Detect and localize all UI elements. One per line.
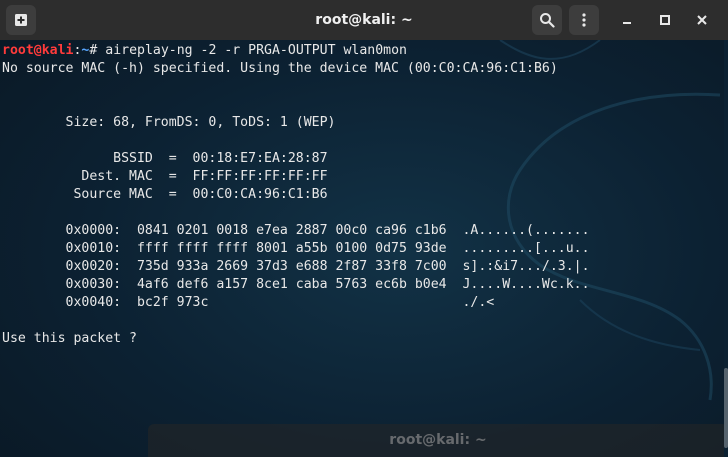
maximize-icon [660,15,670,25]
maximize-button[interactable] [650,5,680,35]
hexdump-line: 0x0040: bc2f 973c ./.< [2,295,495,310]
hexdump-line: 0x0010: ffff ffff ffff 8001 a55b 0100 0d… [2,241,590,256]
command-line: root@kali:~# aireplay-ng -2 -r PRGA-OUTP… [2,42,724,60]
output-line: No source MAC (-h) specified. Using the … [2,61,558,76]
scrollbar-thumb[interactable] [724,368,728,448]
hexdump-line: 0x0020: 735d 933a 2669 37d3 e688 2f87 33… [2,259,590,274]
search-icon [540,13,555,28]
terminal-output[interactable]: root@kali:~# aireplay-ng -2 -r PRGA-OUTP… [2,42,724,457]
command-text: aireplay-ng -2 -r PRGA-OUTPUT wlan0mon [105,43,407,58]
terminal-window: root@kali: ~ root@kali: ~ root@kali:~# a… [0,0,728,457]
new-tab-button[interactable] [6,5,36,35]
terminal-scrollbar[interactable] [724,40,728,457]
minimize-icon [623,22,631,24]
prompt-symbol: # [89,43,106,58]
output-line: Size: 68, FromDS: 0, ToDS: 1 (WEP) [2,115,336,130]
new-tab-icon [15,14,27,26]
menu-icon [582,13,586,27]
close-button[interactable] [687,5,717,35]
output-line: BSSID = 00:18:E7:EA:28:87 [2,151,328,166]
output-line: Source MAC = 00:C0:CA:96:C1:B6 [2,187,328,202]
output-line: Dest. MAC = FF:FF:FF:FF:FF:FF [2,169,328,184]
minimize-button[interactable] [612,5,642,35]
title-bar[interactable]: root@kali: ~ [0,0,728,40]
menu-button[interactable] [569,5,599,35]
hexdump-line: 0x0030: 4af6 def6 a157 8ce1 caba 5763 ec… [2,277,590,292]
search-button[interactable] [532,5,562,35]
hexdump-line: 0x0000: 0841 0201 0018 e7ea 2887 00c0 ca… [2,223,590,238]
prompt-question-line: Use this packet ? [2,331,145,346]
prompt-user-host: root@kali [2,43,74,58]
close-icon [697,15,707,25]
